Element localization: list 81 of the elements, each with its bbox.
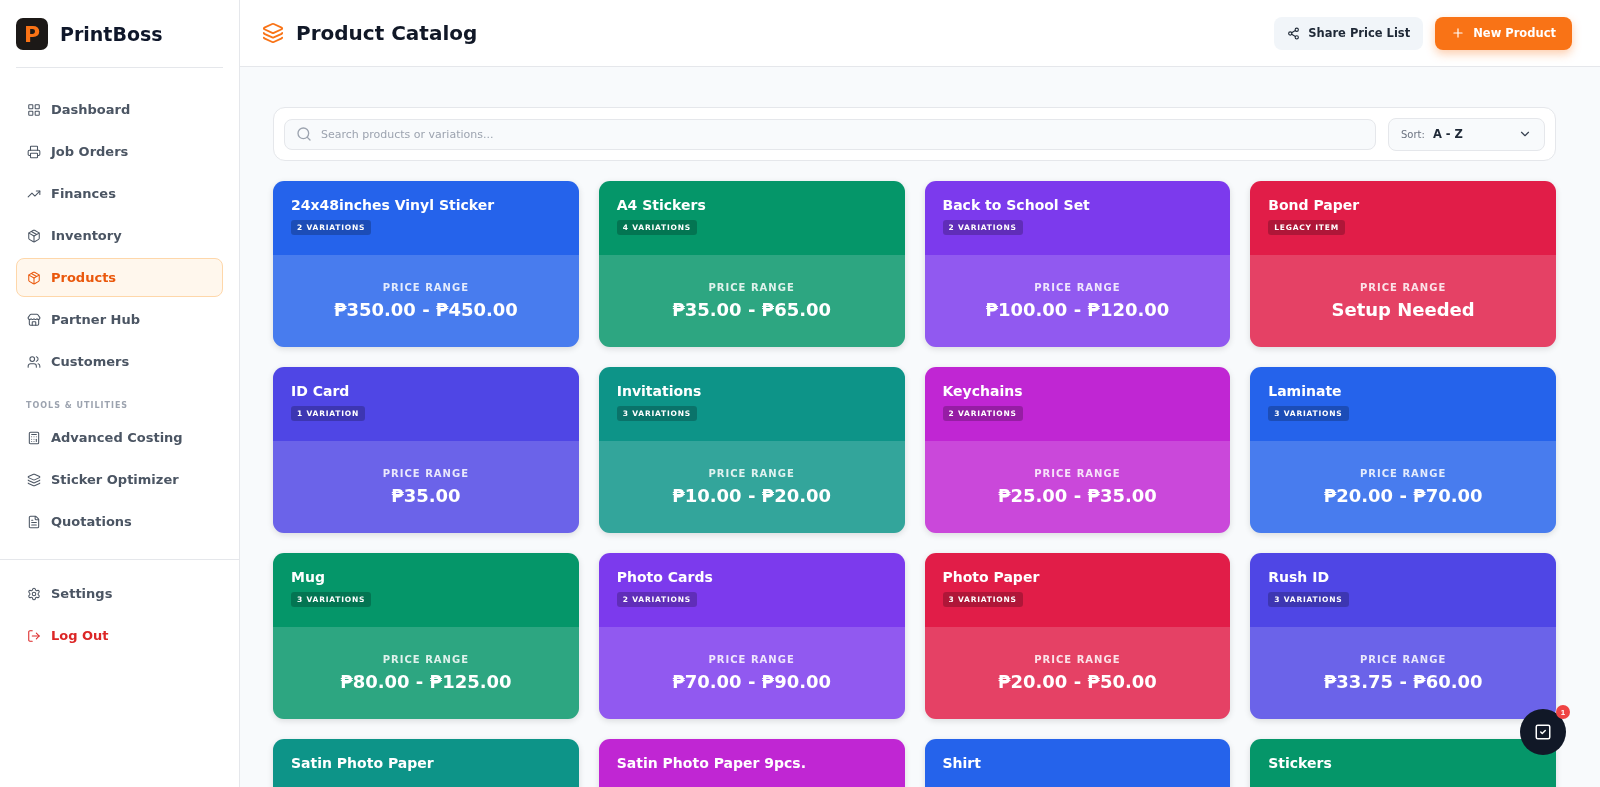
product-name: Laminate	[1268, 383, 1342, 399]
price-value: ₱10.00 - ₱20.00	[672, 485, 832, 506]
product-name: Back to School Set	[942, 197, 1090, 213]
price-value: ₱35.00	[391, 485, 461, 506]
price-label: PRICE RANGE	[382, 468, 469, 479]
notification-count: 1	[1556, 705, 1570, 719]
page-title: Product Catalog	[296, 21, 479, 45]
logout-icon	[27, 628, 41, 643]
brand-name: PrintBoss	[60, 23, 163, 45]
sort-value: A - Z	[1432, 127, 1464, 141]
price-label: PRICE RANGE	[382, 654, 469, 665]
product-card[interactable]: Satin Photo Paper	[273, 739, 579, 787]
price-label: PRICE RANGE	[708, 468, 795, 479]
search-icon	[296, 125, 312, 142]
product-name: Stickers	[1268, 755, 1332, 771]
price-value: ₱70.00 - ₱90.00	[672, 671, 832, 692]
sidebar-item[interactable]: Settings	[16, 574, 223, 613]
brand-logo: P	[16, 18, 48, 50]
product-name: Bond Paper	[1268, 197, 1360, 213]
product-name: Photo Cards	[616, 569, 713, 585]
price-value: ₱100.00 - ₱120.00	[985, 299, 1170, 320]
price-value: ₱20.00 - ₱70.00	[1323, 485, 1483, 506]
price-value: ₱33.75 - ₱60.00	[1323, 671, 1483, 692]
sort-label: Sort:	[1401, 128, 1425, 140]
product-name: Satin Photo Paper 9pcs.	[616, 755, 806, 771]
product-card[interactable]: Shirt	[924, 739, 1231, 787]
product-name: ID Card	[291, 383, 350, 399]
product-name: 24x48inches Vinyl Sticker	[291, 197, 495, 213]
product-name: Invitations	[616, 383, 702, 399]
box-icon	[27, 228, 41, 243]
price-value: Setup Needed	[1331, 299, 1475, 320]
product-name: Photo Paper	[942, 569, 1040, 585]
document-icon	[27, 514, 41, 529]
product-name: Keychains	[942, 383, 1023, 399]
product-card[interactable]: Stickers	[1250, 739, 1556, 787]
price-value: ₱80.00 - ₱125.00	[340, 671, 512, 692]
price-label: PRICE RANGE	[1360, 654, 1447, 665]
sidebar-item[interactable]: Inventory	[16, 216, 223, 255]
search-field[interactable]: Search products or variations...	[284, 118, 1376, 150]
product-name: Shirt	[942, 755, 981, 771]
product-name: Mug	[291, 569, 325, 585]
sidebar-item[interactable]: Customers	[16, 342, 223, 381]
sidebar-item[interactable]: Quotations	[16, 502, 223, 541]
price-value: ₱20.00 - ₱50.00	[997, 671, 1157, 692]
section-label: TOOLS & UTILITIES	[25, 400, 130, 412]
share-icon	[1287, 26, 1301, 40]
price-label: PRICE RANGE	[1360, 282, 1447, 293]
settings-icon	[27, 586, 41, 601]
price-label: PRICE RANGE	[1034, 654, 1121, 665]
product-card[interactable]: Satin Photo Paper 9pcs.	[598, 739, 905, 787]
price-value: ₱35.00 - ₱65.00	[672, 299, 832, 320]
sort-dropdown[interactable]: Sort: A - Z	[1388, 117, 1545, 151]
price-label: PRICE RANGE	[1034, 468, 1121, 479]
layers-icon	[27, 472, 41, 487]
price-label: PRICE RANGE	[708, 282, 795, 293]
box-icon	[27, 270, 41, 285]
grid-icon	[27, 102, 41, 117]
sidebar-item[interactable]: Sticker Optimizer	[16, 460, 223, 499]
price-label: PRICE RANGE	[708, 654, 795, 665]
product-name: A4 Stickers	[616, 197, 706, 213]
users-icon	[27, 354, 41, 369]
sidebar-item[interactable]: Finances	[16, 174, 223, 213]
price-label: PRICE RANGE	[382, 282, 469, 293]
price-label: PRICE RANGE	[1034, 282, 1121, 293]
sidebar-item[interactable]: Partner Hub	[16, 300, 223, 339]
sidebar-item[interactable]: Job Orders	[16, 132, 223, 171]
price-value: ₱25.00 - ₱35.00	[997, 485, 1157, 506]
printer-icon	[27, 144, 41, 159]
price-value: ₱350.00 - ₱450.00	[333, 299, 518, 320]
sidebar-item[interactable]: Log Out	[16, 616, 223, 655]
calculator-icon	[27, 430, 41, 445]
sidebar-item[interactable]: Dashboard	[16, 90, 223, 129]
product-name: Rush ID	[1268, 569, 1329, 585]
store-icon	[27, 312, 41, 327]
product-name: Satin Photo Paper	[291, 755, 434, 771]
price-label: PRICE RANGE	[1360, 468, 1447, 479]
sidebar-item[interactable]: Advanced Costing	[16, 418, 223, 457]
checkbox-icon	[1534, 723, 1552, 741]
plus-icon	[1451, 26, 1466, 40]
layers-icon	[262, 22, 284, 44]
share-button[interactable]: Share Price List	[1274, 16, 1424, 50]
